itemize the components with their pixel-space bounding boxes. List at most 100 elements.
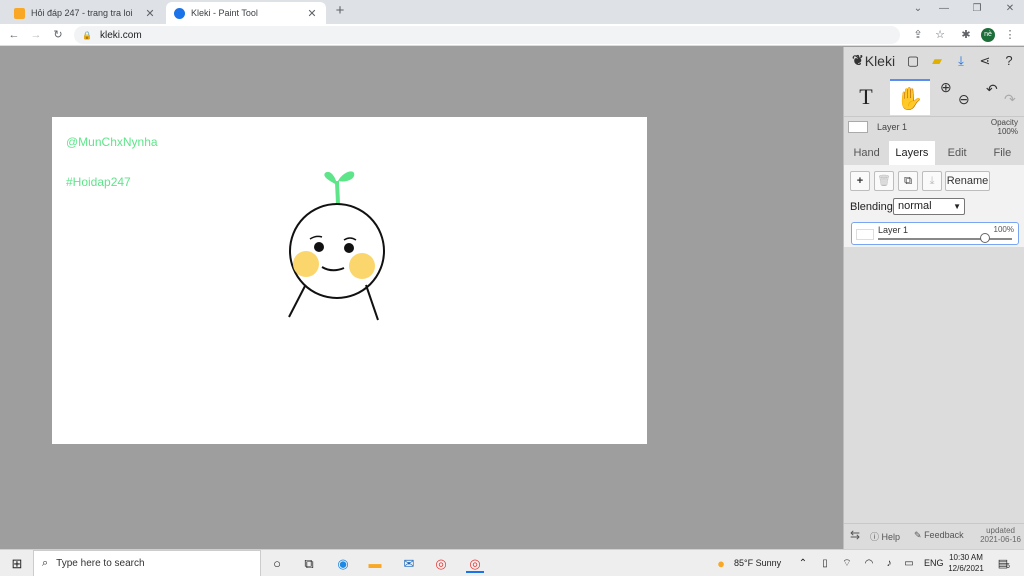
notification-count: 6 [1006, 563, 1010, 570]
cortana-icon[interactable]: ○ [268, 555, 286, 573]
swap-side-icon[interactable]: ⇆ [850, 528, 860, 542]
opacity-label: Opacity [990, 118, 1018, 127]
undo-icon[interactable]: ↶ [986, 81, 998, 98]
wifi-icon[interactable]: ◠ [860, 555, 878, 573]
tab-edit[interactable]: Edit [935, 141, 980, 165]
window-close-icon[interactable]: ✕ [1002, 3, 1018, 14]
tab-hoidap[interactable]: Hỏi đáp 247 - trang tra loi ✕ [6, 2, 164, 24]
windows-taskbar: ⊞ ⌕ Type here to search ○ ⧉ ◉ ▬ ✉ ◎ ◎ ● … [0, 549, 1024, 576]
eye-left [314, 242, 324, 252]
reload-icon[interactable]: ↻ [50, 27, 66, 43]
menu-icon[interactable]: ⋮ [1002, 27, 1018, 43]
minimize-icon[interactable]: — [936, 3, 952, 14]
kleki-favicon-icon [174, 7, 185, 19]
delete-layer-button[interactable]: 🗑 [874, 171, 894, 191]
language-indicator[interactable]: ENG [924, 558, 944, 568]
tab-title: Kleki - Paint Tool [191, 8, 258, 18]
duplicate-layer-button[interactable]: ⧉ [898, 171, 918, 191]
redo-icon[interactable]: ↷ [1004, 91, 1016, 108]
layer-opacity-knob[interactable] [980, 233, 990, 243]
help-label: Help [881, 532, 901, 542]
zoom-out-icon[interactable]: ⊖ [958, 91, 970, 108]
download-icon[interactable]: ⤓ [952, 52, 970, 70]
edge-icon[interactable]: ◉ [334, 555, 352, 573]
tab-kleki[interactable]: Kleki - Paint Tool ✕ [166, 2, 326, 24]
chrome-icon[interactable]: ◎ [432, 555, 450, 573]
chevron-down-icon: ▼ [953, 202, 961, 211]
hoidap-favicon-icon [14, 7, 25, 19]
back-icon[interactable]: ← [6, 27, 22, 43]
updated-info: updated 2021-06-16 [980, 526, 1021, 544]
bookmark-star-icon[interactable]: ☆ [932, 27, 948, 43]
clock-time: 10:30 AM [949, 553, 983, 562]
help-button[interactable]: ⓘ Help [870, 530, 900, 543]
layer-row[interactable]: Layer 1 100% [851, 222, 1019, 245]
layer-opacity: 100% [993, 225, 1014, 234]
maximize-icon[interactable]: ❐ [969, 3, 985, 14]
drawing-canvas[interactable]: @MunChxNynha #Hoidap247 [52, 117, 647, 444]
profile-avatar[interactable]: nè [981, 28, 995, 42]
new-image-icon[interactable]: ▢ [904, 52, 922, 70]
tab-title: Hỏi đáp 247 - trang tra loi [31, 8, 133, 18]
merge-layer-button[interactable]: ⤓ [922, 171, 942, 191]
tab-hand[interactable]: Hand [844, 141, 889, 165]
rename-layer-button[interactable]: Rename [945, 171, 990, 191]
battery-icon[interactable]: ▭ [900, 555, 918, 573]
watermark-hashtag: #Hoidap247 [66, 175, 131, 189]
browser-toolbar: ← → ↻ 🔒 kleki.com ⇪ ☆ ✱ nè ⋮ [0, 24, 1024, 46]
tray-chevron-up-icon[interactable]: ⌃ [794, 555, 812, 573]
blending-label: Blending [850, 201, 893, 213]
share-icon[interactable]: ⇪ [910, 27, 926, 43]
eye-right [344, 243, 354, 253]
kleki-panel: ❦ Kleki ▢ ▰ ⤓ ⋖ ? T ✋ ⊕ ⊖ ↶ ↷ Layer 1 Op… [843, 47, 1024, 549]
file-explorer-icon[interactable]: ▬ [366, 555, 384, 573]
volume-icon[interactable]: ♪ [880, 555, 898, 573]
sprout-leaf-left [324, 171, 337, 185]
search-icon: ⌕ [42, 557, 49, 569]
updated-label: updated [986, 526, 1015, 535]
hand-tool-icon[interactable]: ✋ [890, 79, 930, 115]
kleki-logo-icon: ❦ [852, 52, 864, 68]
mail-icon[interactable]: ✉ [400, 555, 418, 573]
add-layer-button[interactable]: + [850, 171, 870, 191]
zoom-in-icon[interactable]: ⊕ [940, 79, 952, 96]
lock-icon: 🔒 [82, 30, 92, 40]
open-folder-icon[interactable]: ▰ [928, 52, 946, 70]
layer-opacity-slider[interactable] [878, 238, 1012, 240]
panel-tabs: Hand Layers Edit File [844, 141, 1024, 165]
feedback-icon: ✎ [914, 530, 922, 540]
feedback-button[interactable]: ✎ Feedback [914, 530, 964, 541]
new-tab-icon[interactable]: + [332, 3, 348, 19]
blending-value: normal [898, 200, 932, 212]
text-tool-icon[interactable]: T [846, 79, 886, 115]
tool-bar: T ✋ ⊕ ⊖ ↶ ↷ [844, 77, 1024, 117]
arm-left [288, 285, 306, 318]
share-icon[interactable]: ⋖ [976, 52, 994, 70]
layer-preview-name: Layer 1 [877, 122, 908, 132]
clock[interactable]: 10:30 AM 12/6/2021 [946, 552, 986, 574]
blending-select[interactable]: normal ▼ [893, 198, 965, 215]
updated-date: 2021-06-16 [980, 535, 1021, 544]
close-icon[interactable]: ✕ [306, 7, 318, 20]
network-icon[interactable]: ⌔ [838, 555, 856, 573]
help-icon[interactable]: ? [1000, 52, 1018, 70]
extensions-icon[interactable]: ✱ [958, 27, 974, 43]
tab-layers[interactable]: Layers [889, 141, 935, 165]
kleki-logo-text: Kleki [864, 52, 896, 69]
weather-text[interactable]: 85°F Sunny [734, 558, 781, 568]
layer-preview-thumb [848, 121, 868, 133]
layer-name: Layer 1 [878, 225, 909, 235]
taskbar-search[interactable]: ⌕ Type here to search [33, 550, 261, 576]
search-placeholder: Type here to search [56, 558, 145, 569]
workspace[interactable]: @MunChxNynha #Hoidap247 [0, 47, 843, 549]
windows-start-icon[interactable]: ⊞ [8, 555, 26, 573]
tab-search-icon[interactable]: ⌄ [910, 3, 926, 14]
tray-device-icon[interactable]: ▯ [816, 555, 834, 573]
task-view-icon[interactable]: ⧉ [300, 555, 318, 573]
chrome-active-icon[interactable]: ◎ [466, 555, 484, 573]
close-icon[interactable]: ✕ [144, 7, 156, 20]
weather-sun-icon[interactable]: ● [712, 555, 730, 573]
forward-icon[interactable]: → [28, 27, 44, 43]
tab-file[interactable]: File [980, 141, 1024, 165]
address-bar[interactable]: 🔒 kleki.com [74, 26, 900, 44]
